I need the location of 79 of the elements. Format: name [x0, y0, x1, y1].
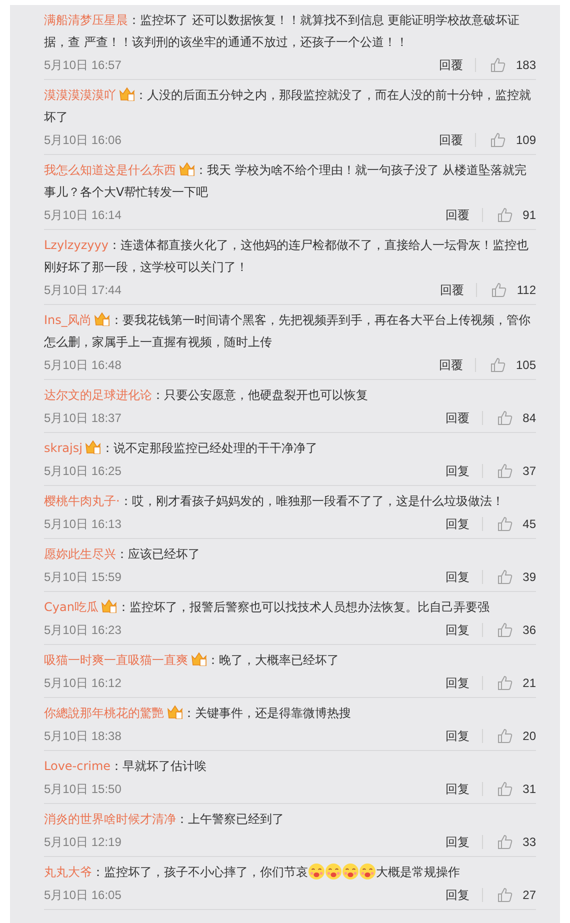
- thumbs-up-icon[interactable]: [496, 675, 513, 691]
- comment-text: 满船清梦压星晨：监控坏了 还可以数据恢复！！就算找不到信息 更能证明学校故意破坏证据，查 严查！！该判刑的该坐牢的通通不放过，还孩子一个公道！！: [44, 12, 521, 51]
- thumbs-up-icon[interactable]: [490, 282, 507, 298]
- comment-time: 5月10日 16:25: [44, 462, 122, 480]
- like-count: 21: [522, 676, 536, 690]
- thumbs-up-icon[interactable]: [490, 57, 506, 73]
- like-count: 84: [522, 411, 536, 425]
- comment-time: 5月10日 16:05: [44, 886, 122, 904]
- like-count: 36: [522, 623, 536, 637]
- comment-text: 吸猫一时爽一直吸猫一直爽 ：晚了，大概率已经坏了: [44, 651, 340, 669]
- reply-link[interactable]: 回复: [446, 674, 470, 692]
- like-count: 39: [522, 570, 536, 584]
- comment-time: 5月10日 16:12: [44, 674, 122, 692]
- thumbs-up-icon[interactable]: [490, 357, 506, 373]
- like-count: 27: [522, 888, 536, 902]
- reply-link[interactable]: 回覆: [440, 282, 464, 298]
- like-count: 31: [522, 782, 536, 796]
- reply-link[interactable]: 回复: [446, 568, 470, 586]
- comment-time: 5月10日 15:50: [44, 780, 122, 798]
- reply-link[interactable]: 回复: [446, 462, 470, 480]
- like-count: 112: [516, 283, 536, 297]
- reply-link[interactable]: 回覆: [446, 206, 470, 224]
- reply-link[interactable]: 回复: [446, 622, 470, 638]
- comment-text: 达尔文的足球进化论：只要公安愿意，他硬盘裂开也可以恢复: [44, 387, 369, 404]
- thumbs-up-icon[interactable]: [496, 728, 513, 744]
- like-count: 183: [516, 58, 536, 72]
- comment-time: 5月10日 16:23: [44, 622, 122, 638]
- thumbs-up-icon[interactable]: [490, 132, 506, 148]
- comment-time: 5月10日 12:19: [44, 834, 122, 850]
- comment-time: 5月10日 17:44: [44, 282, 122, 298]
- emoji-icon: [342, 863, 359, 880]
- comment-text: 愿妳此生尽兴：应该已经坏了: [44, 546, 201, 563]
- like-count: 37: [522, 464, 536, 478]
- like-count: 105: [516, 358, 536, 372]
- comment-text: Lzylzyzyyy：连遗体都直接火化了，这他妈的连尸检都做不了，直接给人一坛骨灰！监控也刚好坏了那一段，这学校可以关门了！: [44, 237, 530, 276]
- reply-link[interactable]: 回覆: [438, 356, 463, 374]
- comment-text: Ins_风尚 ：要我花钱第一时间请个黑客，先把视频弄到手，再在各大平台上传视频，管你怎么删，家属手上一直握有视频，随时上传: [44, 311, 532, 351]
- thumbs-up-icon[interactable]: [496, 463, 513, 479]
- reply-link[interactable]: 回复: [446, 728, 470, 744]
- reply-link[interactable]: 回复: [446, 516, 470, 532]
- thumbs-up-icon[interactable]: [496, 410, 513, 426]
- comment-text: 漠漠漠漠漠吖 ：人没的后面五分钟之内，那段监控就没了，而在人没的前十分钟，监控就坏了: [44, 86, 532, 126]
- thumbs-up-icon[interactable]: [496, 569, 513, 585]
- emoji-icon: [359, 863, 376, 880]
- emoji-icon: [308, 863, 325, 880]
- thumbs-up-icon[interactable]: [496, 781, 513, 797]
- comment-text: 丸丸大爷：监控坏了，孩子不小心摔了，你们节哀 大概是常规操作: [44, 862, 461, 882]
- thumbs-up-icon[interactable]: [496, 207, 513, 223]
- reply-link[interactable]: 回覆: [438, 132, 463, 148]
- comment-text: skrajsj ：说不定那段监控已经处理的干干净净了: [44, 439, 318, 457]
- thumbs-up-icon[interactable]: [496, 834, 513, 850]
- reply-link[interactable]: 回复: [446, 886, 470, 904]
- emoji-icon: [325, 863, 342, 880]
- like-count: 91: [522, 208, 536, 222]
- thumbs-up-icon[interactable]: [496, 516, 513, 532]
- like-count: 45: [522, 517, 536, 531]
- comment-time: 5月10日 18:38: [44, 728, 122, 744]
- comment-time: 5月10日 16:48: [44, 356, 122, 374]
- comment-time: 5月10日 15:59: [44, 568, 122, 586]
- reply-link[interactable]: 回复: [446, 780, 470, 798]
- comment-text: Love-crime：早就坏了估计唉: [44, 758, 208, 775]
- reply-link[interactable]: 回覆: [446, 410, 470, 426]
- comment-text: 你總說那年桃花的驚艷 ：关键事件，还是得靠微博热搜: [44, 704, 352, 722]
- like-count: 109: [516, 133, 536, 147]
- comment-text: 我怎么知道这是什么东西 ：我天 学校为啥不给个理由！就一句孩子没了 从楼道坠落就完事儿？各个大V帮忙转发一下吧: [44, 161, 528, 201]
- comment-text: 樱桃牛肉丸子·：哎，刚才看孩子妈妈发的，唯独那一段看不了了，这是什么垃圾做法！: [44, 493, 505, 510]
- comment-text: Cyan吃瓜 ：监控坏了，报警后警察也可以找技术人员想办法恢复。比自己弄要强: [44, 598, 490, 616]
- comment-time: 5月10日 16:14: [44, 206, 122, 224]
- comment-time: 5月10日 18:37: [44, 410, 122, 426]
- thumbs-up-icon[interactable]: [496, 622, 513, 638]
- reply-link[interactable]: 回复: [446, 834, 470, 850]
- comment-time: 5月10日 16:13: [44, 516, 122, 532]
- like-count: 20: [522, 729, 536, 743]
- reply-link[interactable]: 回覆: [438, 56, 463, 74]
- comment-text: 消炎的世界啥时候才清净：上午警察已经到了: [44, 811, 285, 828]
- comment-time: 5月10日 16:06: [44, 132, 122, 148]
- like-count: 33: [522, 835, 536, 849]
- thumbs-up-icon[interactable]: [496, 887, 513, 903]
- comment-time: 5月10日 16:57: [44, 56, 122, 74]
